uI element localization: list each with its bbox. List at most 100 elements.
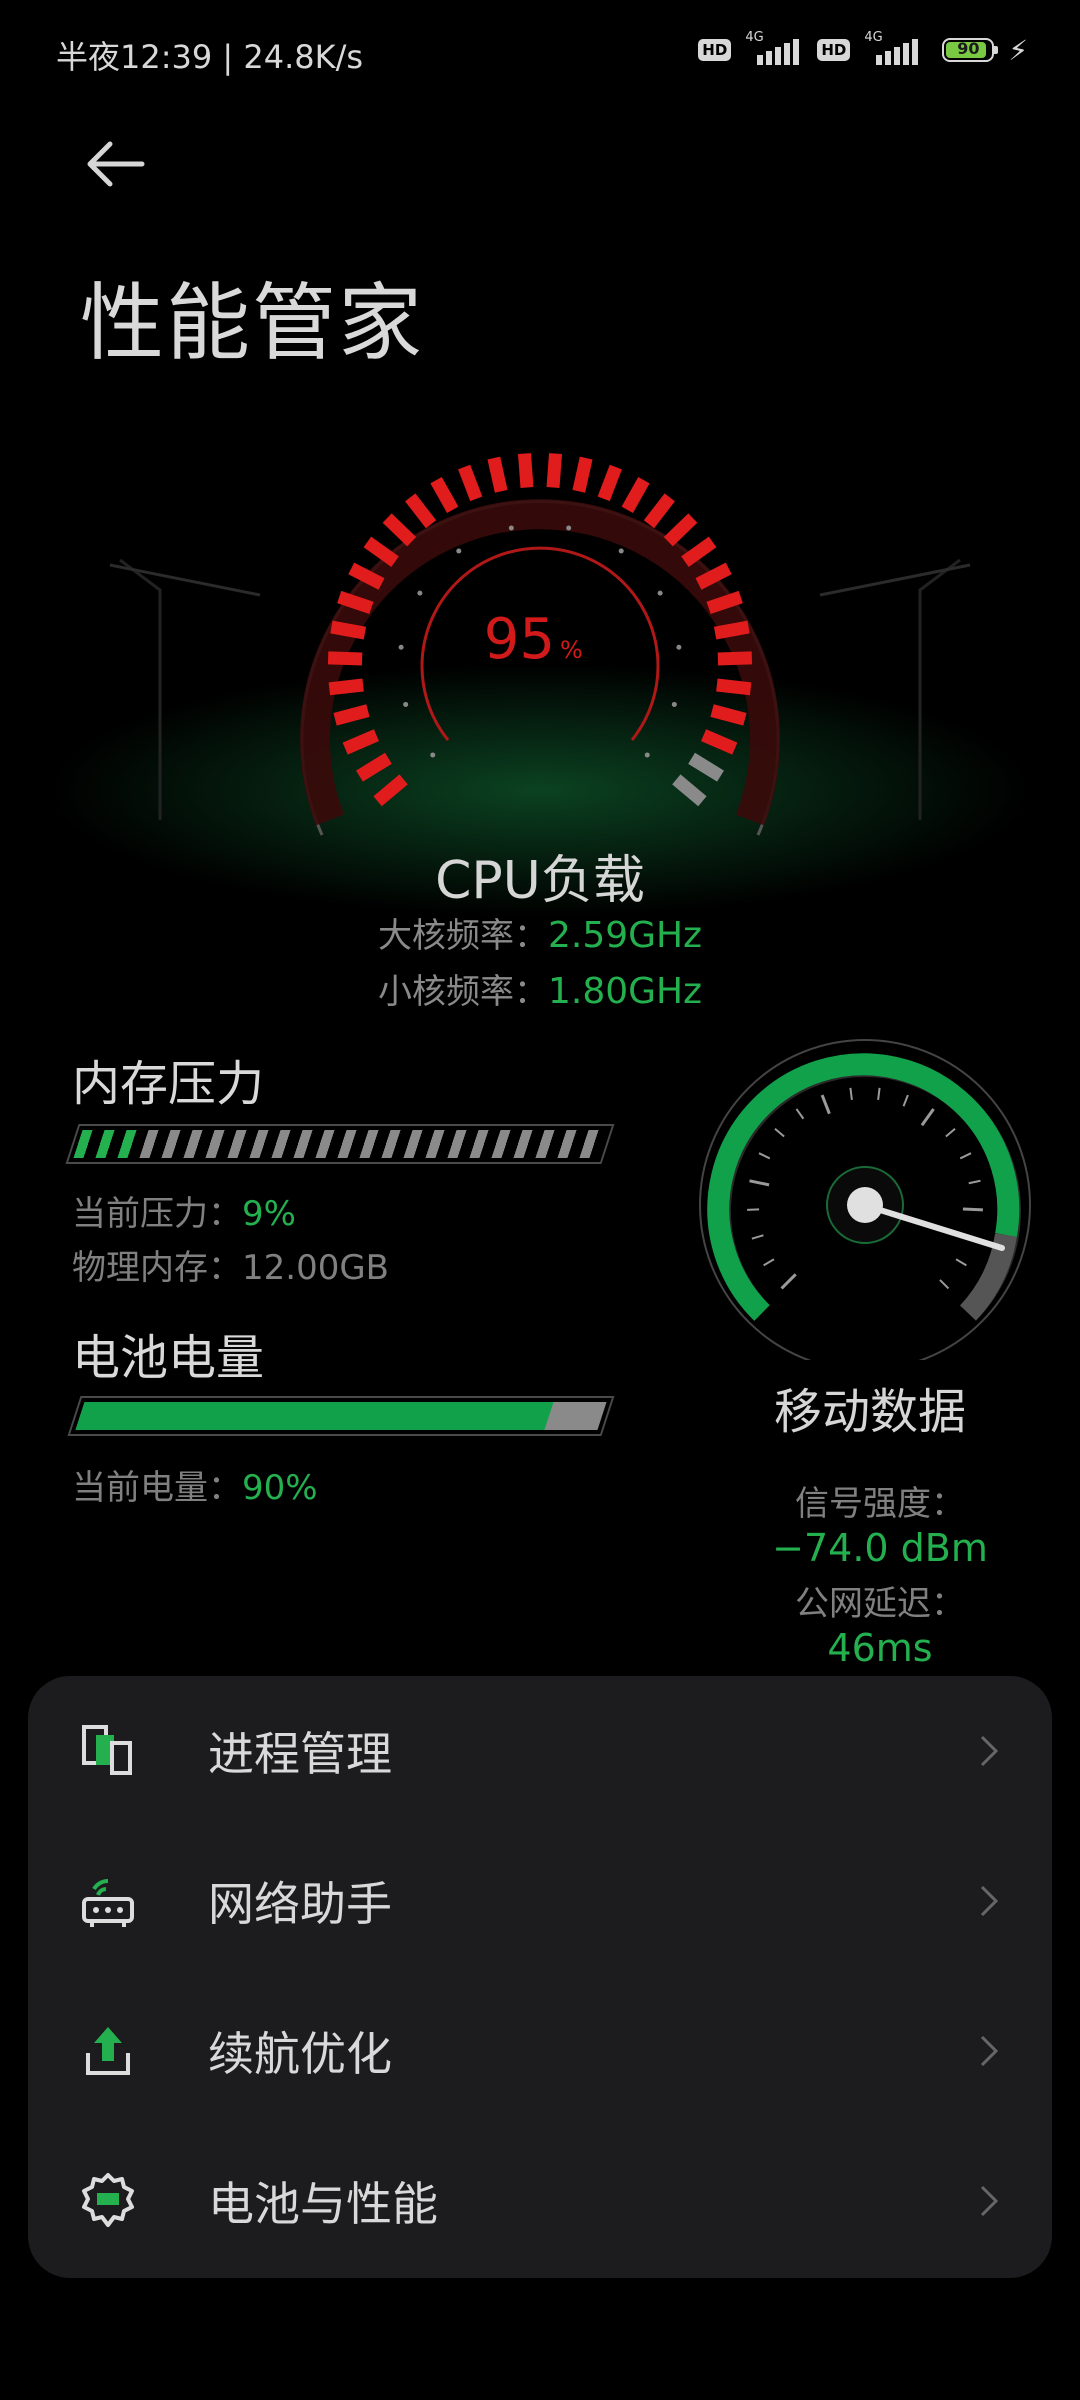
process-icon <box>82 1725 132 1775</box>
menu-label-endurance: 续航优化 <box>208 2027 392 2081</box>
cpu-tick <box>487 456 508 493</box>
page-title: 性能管家 <box>80 274 425 372</box>
mobile-data-gauge <box>699 1039 1031 1360</box>
charging-icon: ⚡ <box>1008 33 1028 67</box>
cpu-tick <box>672 774 707 807</box>
mobile-data-tick <box>877 1087 881 1100</box>
battery-icon: 90 <box>942 38 999 62</box>
cpu-tick <box>681 536 717 567</box>
cpu-tick <box>701 729 738 755</box>
mobile-data-tick <box>968 1179 981 1185</box>
mobile-data-tick <box>902 1094 909 1107</box>
mobile-data-tick <box>758 1152 771 1160</box>
cpu-tick <box>546 453 562 488</box>
battery-level-label: 当前电量： <box>72 1468 242 1508</box>
chevron-right-icon <box>980 1735 999 1767</box>
mobile-data-tick <box>945 1127 956 1138</box>
cpu-dot <box>618 548 624 554</box>
little-core-row: 小核频率：1.80GHz <box>0 964 1080 1013</box>
cpu-load-unit: % <box>560 636 583 664</box>
cpu-dot <box>456 548 462 554</box>
chevron-right-icon <box>980 2185 999 2217</box>
mobile-data-tick <box>763 1258 775 1267</box>
cpu-tick <box>328 678 364 696</box>
mobile-data-tick <box>959 1152 972 1160</box>
cpu-dot <box>644 752 650 758</box>
cpu-tick <box>663 513 698 547</box>
memory-pressure-row: 当前压力：9% <box>72 1186 296 1235</box>
cpu-tick <box>327 651 363 666</box>
cpu-tick <box>710 704 747 726</box>
cpu-dot <box>566 525 572 531</box>
cpu-tick <box>430 477 459 514</box>
hd-badge-2: HD <box>817 39 851 61</box>
battery-title: 电池电量 <box>72 1330 265 1386</box>
cpu-tick <box>621 477 650 514</box>
mobile-data-tick <box>920 1108 935 1127</box>
mobile-data-tick <box>820 1094 831 1115</box>
cpu-tick <box>363 536 399 567</box>
physical-memory: 物理内存：12.00GB <box>72 1248 390 1288</box>
cpu-tick <box>688 752 724 782</box>
cpu-tick <box>572 456 593 493</box>
mobile-data-tick <box>962 1207 983 1212</box>
menu-label-network: 网络助手 <box>208 1877 392 1931</box>
mobile-data-tick <box>849 1087 853 1100</box>
menu-item-process[interactable]: 进程管理 <box>28 1676 1052 1826</box>
cpu-dot <box>398 644 404 650</box>
cpu-dot <box>657 590 663 596</box>
status-bar: 半夜12:39 | 24.8K/s HD 4G HD 4G 90 ⚡ <box>0 0 1080 104</box>
cpu-dot <box>430 752 436 758</box>
signal-icon: 4G <box>741 30 807 68</box>
latency-value: 46ms <box>827 1626 933 1670</box>
battery-level-value: 90% <box>242 1468 318 1508</box>
battery-level-bar <box>67 1396 615 1436</box>
mobile-data-tick <box>939 1279 950 1290</box>
little-core-label: 小核频率： <box>377 972 548 1012</box>
cpu-dot <box>676 644 682 650</box>
cpu-tick <box>713 620 750 640</box>
cpu-label: CPU负载 <box>435 851 645 911</box>
cpu-tick <box>597 464 622 502</box>
battery-upload-icon <box>86 2027 130 2075</box>
cpu-tick <box>405 493 437 529</box>
menu-item-network[interactable]: 网络助手 <box>28 1826 1052 1976</box>
mobile-data-tick <box>751 1234 764 1240</box>
big-core-value: 2.59GHz <box>547 915 703 956</box>
cpu-tick <box>518 453 534 488</box>
cpu-tick <box>342 729 379 755</box>
big-core-label: 大核频率： <box>377 916 548 956</box>
cpu-tick <box>716 678 752 696</box>
cpu-tick <box>717 651 753 666</box>
net-type-2: 4G <box>864 30 883 45</box>
cpu-tick <box>458 464 483 502</box>
mobile-data-tick <box>780 1273 797 1290</box>
cpu-dot <box>417 590 423 596</box>
gear-battery-icon <box>82 2173 134 2227</box>
menu-item-endurance[interactable]: 续航优化 <box>28 1976 1052 2126</box>
cpu-dot <box>508 525 514 531</box>
cpu-tick <box>356 752 392 782</box>
big-core-row: 大核频率：2.59GHz <box>0 908 1080 957</box>
cpu-load-value: 95 <box>484 607 555 672</box>
cpu-tick <box>333 704 370 726</box>
chevron-right-icon <box>980 2035 999 2067</box>
menu-label-process: 进程管理 <box>208 1727 392 1781</box>
battery-level-text: 90 <box>957 39 980 58</box>
cpu-dot <box>671 701 677 707</box>
menu-item-battery-performance[interactable]: 电池与性能 <box>28 2126 1052 2276</box>
little-core-value: 1.80GHz <box>547 971 703 1012</box>
back-arrow-icon[interactable] <box>80 128 152 200</box>
hd-badge: HD <box>698 39 732 61</box>
mobile-data-tick <box>955 1258 967 1267</box>
status-time: 半夜12:39 | 24.8K/s <box>56 38 364 76</box>
memory-pressure-label: 当前压力： <box>72 1194 242 1234</box>
memory-pressure-bar <box>65 1124 615 1164</box>
mobile-data-tick <box>774 1127 785 1138</box>
router-icon <box>82 1878 134 1927</box>
cpu-tick <box>643 493 675 529</box>
latency-label: 公网延迟： <box>795 1584 965 1624</box>
memory-pressure-value: 9% <box>242 1194 296 1234</box>
menu-card: 进程管理 网络助手 续航优化 电池与性能 <box>28 1676 1052 2278</box>
net-type: 4G <box>745 30 764 45</box>
